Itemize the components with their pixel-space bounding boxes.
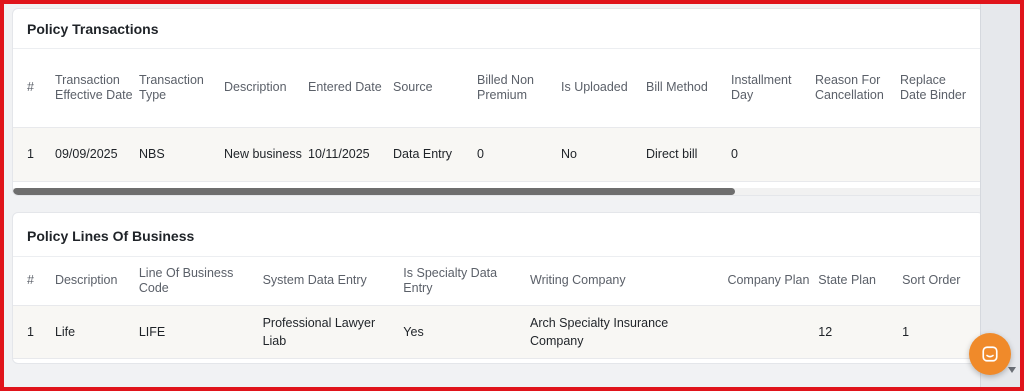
- horizontal-scrollbar[interactable]: [13, 188, 983, 195]
- chat-launcher-button[interactable]: [969, 333, 1011, 375]
- table-header-row: # Description Line Of Business Code Syst…: [13, 257, 983, 305]
- screenshot-frame: Policy Transactions # Transaction Effect…: [0, 0, 1024, 391]
- policy-lines-of-business-table: # Description Line Of Business Code Syst…: [13, 257, 983, 359]
- table-row[interactable]: 1 Life LIFE Professional Lawyer Liab Yes…: [13, 305, 983, 358]
- column-header-line-of-business-code[interactable]: Line Of Business Code: [139, 257, 263, 305]
- cell-state-plan: 12: [818, 324, 833, 339]
- cell-description: New business: [224, 147, 302, 161]
- column-header-is-uploaded[interactable]: Is Uploaded: [561, 49, 646, 127]
- cell-writing-company: Arch Specialty Insurance Company: [530, 315, 669, 348]
- cell-number: 1: [27, 147, 34, 161]
- cell-is-uploaded: No: [561, 147, 577, 161]
- column-header-source[interactable]: Source: [393, 49, 477, 127]
- table-header-row: # Transaction Effective Date Transaction…: [13, 49, 980, 127]
- cell-bill-method: Direct bill: [646, 147, 698, 161]
- cell-reason-for-cancellation: [815, 127, 900, 181]
- column-header-description[interactable]: Description: [224, 49, 308, 127]
- column-header-state-plan[interactable]: State Plan: [818, 257, 902, 305]
- cell-number: 1: [27, 324, 34, 339]
- policy-lines-of-business-title: Policy Lines Of Business: [13, 213, 983, 257]
- cell-system-data-entry: Professional Lawyer Liab: [262, 315, 376, 348]
- chat-icon: [982, 346, 998, 362]
- column-header-is-specialty-data-entry[interactable]: Is Specialty Data Entry: [403, 257, 530, 305]
- cell-source: Data Entry: [393, 147, 453, 161]
- policy-lines-of-business-card: Policy Lines Of Business # Description L…: [12, 212, 984, 364]
- policy-transactions-title: Policy Transactions: [13, 9, 983, 49]
- cell-line-of-business-code: LIFE: [138, 324, 166, 339]
- column-header-billed-non-premium[interactable]: Billed Non Premium: [477, 49, 561, 127]
- column-header-company-plan[interactable]: Company Plan: [727, 257, 818, 305]
- column-header-sort-order[interactable]: Sort Order: [902, 257, 983, 305]
- cell-entered-date: 10/11/2025: [308, 147, 370, 161]
- column-header-bill-method[interactable]: Bill Method: [646, 49, 731, 127]
- column-header-number[interactable]: #: [13, 257, 55, 305]
- policy-transactions-card: Policy Transactions # Transaction Effect…: [12, 8, 984, 196]
- column-header-replace-date-binder[interactable]: Replace Date Binder: [900, 49, 980, 127]
- cell-installment-day: 0: [731, 147, 738, 161]
- column-header-reason-for-cancellation[interactable]: Reason For Cancellation: [815, 49, 900, 127]
- column-header-entered-date[interactable]: Entered Date: [308, 49, 393, 127]
- horizontal-scrollbar-thumb[interactable]: [13, 188, 735, 195]
- cell-description: Life: [54, 324, 76, 339]
- cell-company-plan: [727, 305, 818, 358]
- column-header-description[interactable]: Description: [55, 257, 139, 305]
- scroll-down-arrow-icon[interactable]: [1008, 367, 1016, 373]
- column-header-number[interactable]: #: [13, 49, 55, 127]
- vertical-scrollbar[interactable]: [980, 4, 1020, 387]
- table-row[interactable]: 1 09/09/2025 NBS New business 10/11/2025…: [13, 127, 980, 181]
- column-header-system-data-entry[interactable]: System Data Entry: [263, 257, 404, 305]
- column-header-installment-day[interactable]: Installment Day: [731, 49, 815, 127]
- cell-transaction-type: NBS: [139, 147, 165, 161]
- cell-transaction-effective-date: 09/09/2025: [55, 147, 118, 161]
- cell-is-specialty-data-entry: Yes: [403, 324, 424, 339]
- policy-transactions-table: # Transaction Effective Date Transaction…: [13, 49, 980, 182]
- column-header-writing-company[interactable]: Writing Company: [530, 257, 727, 305]
- cell-billed-non-premium: 0: [477, 147, 484, 161]
- cell-replace-date-binder: [900, 127, 980, 181]
- column-header-transaction-effective-date[interactable]: Transaction Effective Date: [55, 49, 139, 127]
- column-header-transaction-type[interactable]: Transaction Type: [139, 49, 224, 127]
